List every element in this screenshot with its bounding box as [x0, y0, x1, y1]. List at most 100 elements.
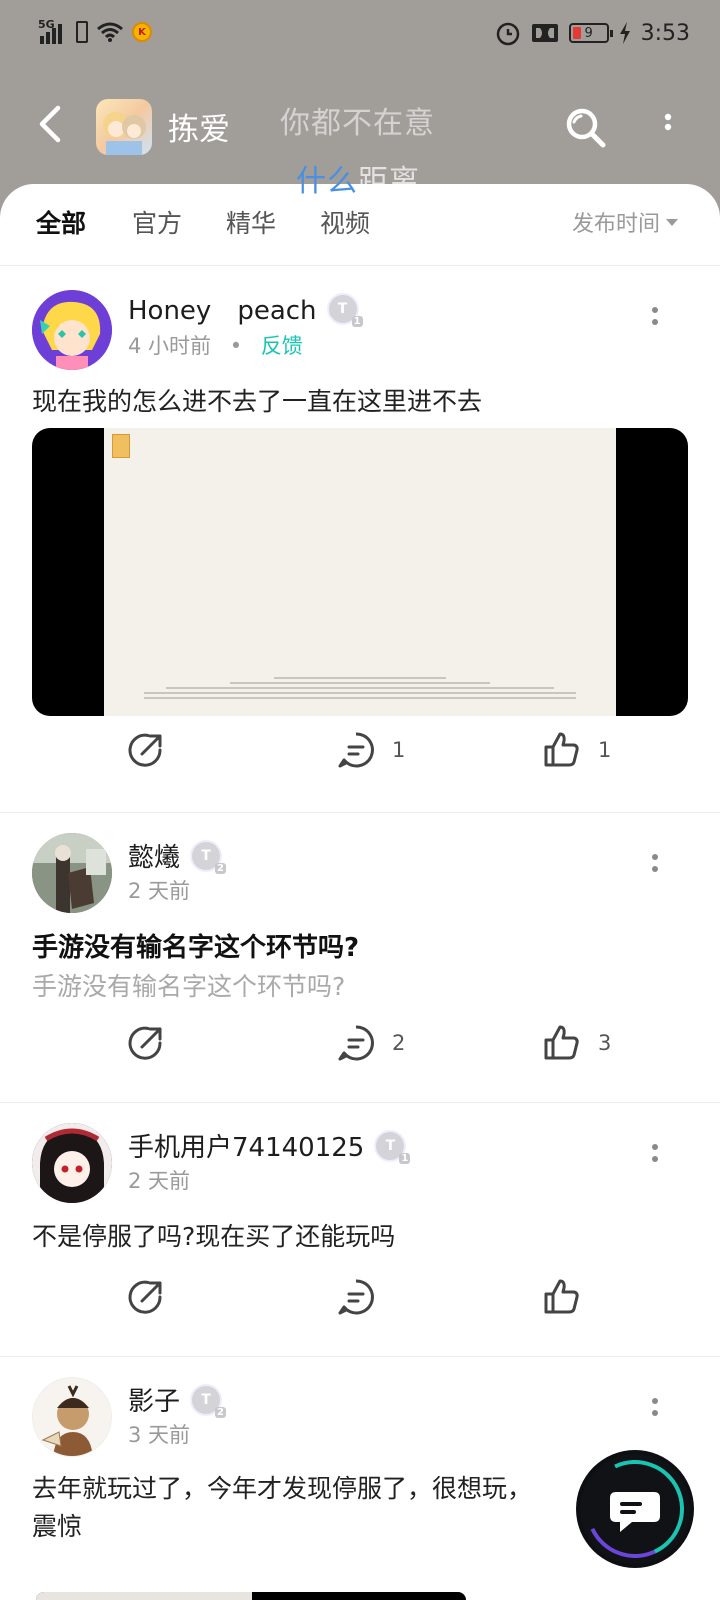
video-frame: [104, 428, 616, 716]
username[interactable]: 懿爔 T2: [128, 837, 227, 874]
avatar[interactable]: [32, 1123, 112, 1203]
username[interactable]: Honey peach T1: [128, 290, 363, 327]
age-rating-badge: [112, 434, 130, 458]
comment-icon: [338, 732, 374, 768]
charging-icon: [619, 22, 630, 44]
sim-icon: [76, 21, 88, 43]
post-meta: 2 天前: [128, 875, 190, 905]
floating-lyric-line1: 你都不在意: [280, 106, 435, 141]
coin-notification-icon: K: [132, 22, 152, 42]
thumbs-up-icon: [544, 1279, 579, 1314]
like-count: 1: [598, 738, 612, 762]
chat-bubble-icon: [610, 1492, 660, 1532]
content-sheet: 全部 官方 精华 视频 发布时间 Honey peach T1 4 小时前 • …: [0, 184, 720, 1600]
level-badge-icon: T2: [190, 1383, 227, 1418]
avatar[interactable]: [32, 290, 112, 370]
comment-button[interactable]: 1: [336, 730, 405, 770]
more-options-icon[interactable]: [656, 112, 680, 142]
post-tag[interactable]: 反馈: [261, 334, 303, 358]
level-number: 2: [215, 862, 227, 874]
post-card[interactable]: 懿爔 T2 2 天前 手游没有输名字这个环节吗? 手游没有输名字这个环节吗? 2…: [0, 813, 720, 1103]
dropdown-arrow-icon: [666, 218, 678, 226]
post-actions: 2 3: [0, 1023, 720, 1083]
post-text: 现在我的怎么进不去了一直在这里进不去: [32, 387, 483, 416]
comment-icon: [338, 1279, 374, 1315]
share-icon: [128, 1280, 162, 1314]
tab-all[interactable]: 全部: [36, 204, 86, 240]
clock-time: 3:53: [640, 20, 690, 46]
avatar[interactable]: [32, 833, 112, 913]
share-button[interactable]: [126, 1277, 166, 1317]
username-text: 影子: [128, 1387, 181, 1417]
floating-chat-button[interactable]: [572, 1446, 698, 1572]
post-card[interactable]: 手机用户74140125 T1 2 天前 不是停服了吗?现在买了还能玩吗: [0, 1103, 720, 1357]
post-meta: 3 天前: [128, 1419, 190, 1449]
username-text: Honey peach: [128, 296, 317, 326]
post-text: 不是停服了吗?现在买了还能玩吗: [32, 1222, 396, 1251]
video-thumbnail[interactable]: [32, 428, 688, 716]
battery-icon: 9: [568, 23, 613, 43]
thumbs-up-icon: [544, 732, 579, 767]
network-type-label: 5G: [38, 18, 55, 31]
like-button[interactable]: [542, 1277, 582, 1317]
app-header: 拣爱 你都不在意 什么距离: [0, 90, 720, 199]
post-actions: 1 1: [0, 730, 720, 790]
sort-dropdown[interactable]: 发布时间: [572, 206, 678, 238]
comment-button[interactable]: 2: [336, 1023, 405, 1063]
video-fine-print: [144, 674, 576, 708]
like-count: 3: [598, 1031, 612, 1055]
level-number: 1: [351, 315, 363, 327]
post-time: 4 小时前: [128, 334, 212, 358]
wifi-icon: [97, 22, 123, 42]
post-time: 2 天前: [128, 879, 191, 903]
post-more-icon[interactable]: [650, 853, 660, 885]
cellular-signal-icon: 5G: [38, 18, 68, 44]
level-letter: T: [201, 847, 211, 864]
level-letter: T: [337, 300, 348, 317]
post-meta: 2 天前: [128, 1165, 190, 1195]
post-card[interactable]: Honey peach T1 4 小时前 • 反馈 现在我的怎么进不去了一直在这…: [0, 266, 720, 819]
tab-featured[interactable]: 精华: [226, 204, 276, 240]
post-more-icon[interactable]: [650, 1397, 660, 1429]
lyric-highlight: 什么: [296, 164, 358, 199]
share-button[interactable]: [126, 1023, 166, 1063]
battery-level: 9: [584, 25, 593, 41]
share-icon: [128, 733, 162, 767]
post-text-line2: 震惊: [32, 1512, 83, 1541]
level-number: 2: [215, 1406, 227, 1418]
like-button[interactable]: 1: [542, 730, 611, 770]
comment-icon: [338, 1025, 374, 1061]
post-more-icon[interactable]: [650, 306, 660, 338]
like-button[interactable]: 3: [542, 1023, 611, 1063]
comment-button[interactable]: [336, 1277, 376, 1317]
level-badge-icon: T1: [374, 1129, 411, 1164]
post-title: 手游没有输名字这个环节吗?: [32, 933, 360, 963]
level-badge-icon: T2: [190, 839, 227, 874]
tab-official[interactable]: 官方: [132, 204, 182, 240]
post-time: 3 天前: [128, 1423, 191, 1447]
username[interactable]: 手机用户74140125 T1: [128, 1127, 411, 1164]
back-arrow-icon[interactable]: [32, 104, 72, 144]
post-time: 2 天前: [128, 1169, 191, 1193]
floating-lyric-line2: 什么距离: [296, 156, 420, 200]
level-letter: T: [201, 1391, 211, 1408]
share-button[interactable]: [126, 730, 166, 770]
tab-video[interactable]: 视频: [320, 204, 370, 240]
level-badge-icon: T1: [326, 292, 363, 327]
level-letter: T: [385, 1137, 396, 1154]
share-icon: [128, 1026, 162, 1060]
game-title: 拣爱: [168, 112, 230, 148]
avatar[interactable]: [32, 1377, 112, 1457]
search-icon[interactable]: [564, 106, 608, 150]
comment-count: 2: [392, 1031, 406, 1055]
username[interactable]: 影子 T2: [128, 1381, 227, 1418]
alarm-icon: [496, 22, 519, 46]
post-more-icon[interactable]: [650, 1143, 660, 1175]
media-preview-strip: [36, 1592, 466, 1600]
post-meta: 4 小时前 • 反馈: [128, 330, 303, 360]
comment-count: 1: [392, 738, 406, 762]
game-avatar[interactable]: [96, 99, 152, 155]
level-number: 1: [399, 1152, 411, 1164]
post-actions: [0, 1277, 720, 1337]
status-bar: 5G K 9 3:53: [0, 0, 720, 72]
